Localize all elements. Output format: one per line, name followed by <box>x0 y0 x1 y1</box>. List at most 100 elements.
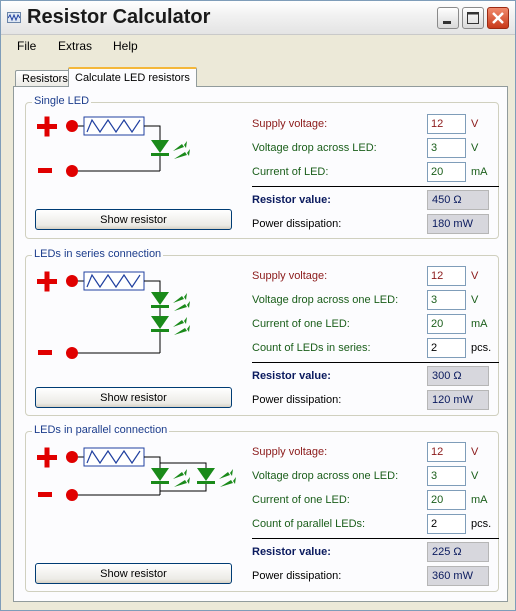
row-resistor: Resistor value: 450 Ω <box>252 190 500 210</box>
resistor-value: 300 Ω <box>427 366 489 386</box>
power-value: 180 mW <box>427 214 489 234</box>
current-unit: mA <box>471 494 488 506</box>
terminal-dot <box>66 275 78 287</box>
resistor-value: 450 Ω <box>427 190 489 210</box>
current-label: Current of one LED: <box>252 494 350 506</box>
minus-terminal-icon <box>38 350 52 355</box>
resistor-label: Resistor value: <box>252 546 331 558</box>
current-label: Current of one LED: <box>252 318 350 330</box>
menu-file[interactable]: File <box>17 39 36 53</box>
drop-unit: V <box>471 294 479 306</box>
count-label: Count of LEDs in series: <box>252 342 371 354</box>
resistor-icon <box>83 447 145 467</box>
power-label: Power dissipation: <box>252 218 342 230</box>
count-unit: pcs. <box>471 342 492 354</box>
menu-bar: File Extras Help <box>1 35 515 57</box>
minimize-button[interactable] <box>437 7 459 29</box>
group-series-leds: LEDs in series connection Show resistor … <box>25 248 500 416</box>
group-title: LEDs in parallel connection <box>32 424 170 436</box>
drop-unit: V <box>471 142 479 154</box>
count-input[interactable] <box>427 514 466 534</box>
power-value: 120 mW <box>427 390 489 410</box>
show-resistor-button[interactable]: Show resistor <box>35 387 232 408</box>
tab-calculate-led-resistors[interactable]: Calculate LED resistors <box>68 67 197 87</box>
circuit-series-leds <box>37 271 190 359</box>
row-current: Current of one LED: mA <box>252 314 500 334</box>
row-supply: Supply voltage: V <box>252 266 500 286</box>
supply-unit: V <box>471 446 479 458</box>
supply-voltage-input[interactable] <box>427 442 466 462</box>
row-resistor: Resistor value: 300 Ω <box>252 366 500 386</box>
minus-terminal-icon <box>38 168 52 173</box>
group-title: Single LED <box>32 95 92 107</box>
voltage-drop-input[interactable] <box>427 290 466 310</box>
row-drop: Voltage drop across LED: V <box>252 138 500 158</box>
count-unit: pcs. <box>471 518 492 530</box>
current-unit: mA <box>471 166 488 178</box>
voltage-drop-input[interactable] <box>427 466 466 486</box>
drop-label: Voltage drop across one LED: <box>252 294 399 306</box>
row-count: Count of parallel LEDs: pcs. <box>252 514 500 534</box>
count-input[interactable] <box>427 338 466 358</box>
supply-label: Supply voltage: <box>252 446 328 458</box>
count-label: Count of parallel LEDs: <box>252 518 366 530</box>
window-title: Resistor Calculator <box>27 6 211 28</box>
plus-terminal-icon <box>37 447 57 468</box>
power-value: 360 mW <box>427 566 489 586</box>
group-parallel-leds: LEDs in parallel connection Show resisto… <box>25 424 500 592</box>
show-resistor-button[interactable]: Show resistor <box>35 563 232 584</box>
row-resistor: Resistor value: 225 Ω <box>252 542 500 562</box>
led-icon <box>151 292 190 311</box>
title-bar[interactable]: Resistor Calculator <box>1 1 515 35</box>
voltage-drop-input[interactable] <box>427 138 466 158</box>
resistor-label: Resistor value: <box>252 194 331 206</box>
supply-unit: V <box>471 270 479 282</box>
close-icon <box>492 12 504 24</box>
plus-terminal-icon <box>37 271 57 292</box>
row-current: Current of LED: mA <box>252 162 500 182</box>
power-label: Power dissipation: <box>252 394 342 406</box>
row-power: Power dissipation: 180 mW <box>252 214 500 234</box>
circuit-single-led <box>37 116 190 177</box>
tab-resistors[interactable]: Resistors <box>15 70 75 86</box>
terminal-dot <box>66 489 78 501</box>
drop-label: Voltage drop across one LED: <box>252 470 399 482</box>
current-label: Current of LED: <box>252 166 329 178</box>
drop-label: Voltage drop across LED: <box>252 142 377 154</box>
supply-unit: V <box>471 118 479 130</box>
led-icon <box>197 468 236 487</box>
waveform-icon <box>7 12 21 23</box>
terminal-dot <box>66 120 78 132</box>
row-power: Power dissipation: 360 mW <box>252 566 500 586</box>
maximize-icon <box>467 12 479 24</box>
supply-voltage-input[interactable] <box>427 114 466 134</box>
resistor-icon <box>83 116 145 136</box>
app-window: Resistor Calculator File Extras Help Res… <box>0 0 516 611</box>
tab-panel-led: Single LED Show resistor Supply voltage:… <box>13 86 508 602</box>
row-supply: Supply voltage: V <box>252 114 500 134</box>
group-single-led: Single LED Show resistor Supply voltage:… <box>25 95 500 239</box>
minimize-icon <box>443 21 451 24</box>
supply-voltage-input[interactable] <box>427 266 466 286</box>
menu-extras[interactable]: Extras <box>58 39 92 53</box>
plus-terminal-icon <box>37 116 57 137</box>
menu-help[interactable]: Help <box>113 39 138 53</box>
current-input[interactable] <box>427 490 466 510</box>
group-title: LEDs in series connection <box>32 248 164 260</box>
result-separator <box>252 538 499 539</box>
terminal-dot <box>66 347 78 359</box>
led-icon <box>151 316 190 335</box>
maximize-button[interactable] <box>462 7 484 29</box>
resistor-icon <box>83 271 145 291</box>
led-icon <box>151 468 190 487</box>
show-resistor-button[interactable]: Show resistor <box>35 209 232 230</box>
terminal-dot <box>66 451 78 463</box>
current-input[interactable] <box>427 314 466 334</box>
close-button[interactable] <box>487 7 509 29</box>
circuit-parallel-leds <box>37 447 236 501</box>
current-input[interactable] <box>427 162 466 182</box>
row-supply: Supply voltage: V <box>252 442 500 462</box>
resistor-label: Resistor value: <box>252 370 331 382</box>
minus-terminal-icon <box>38 492 52 497</box>
led-icon <box>151 140 190 159</box>
